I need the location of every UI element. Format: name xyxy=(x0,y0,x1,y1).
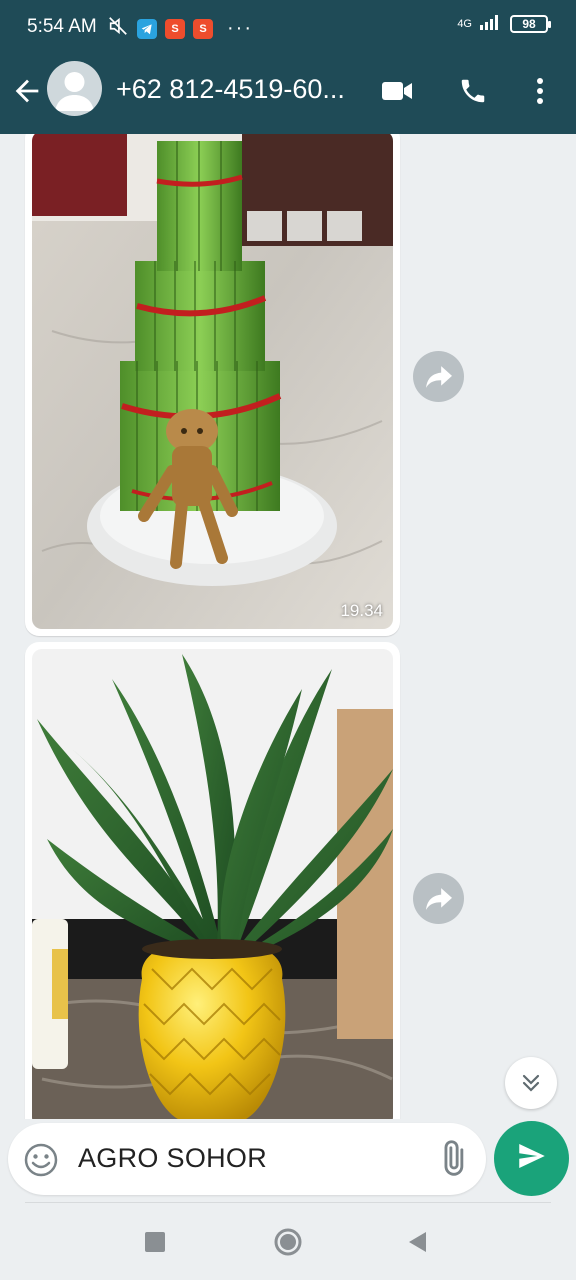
plant-photo[interactable] xyxy=(32,649,393,1119)
status-notification-icons: S S ··· xyxy=(107,15,253,42)
more-vert-icon[interactable] xyxy=(520,71,560,111)
shopee-icon: S xyxy=(193,18,213,39)
shopee-icon: S xyxy=(165,18,185,39)
status-system-icons: 4G 98 xyxy=(457,14,551,33)
more-notifications-icon: ··· xyxy=(227,17,253,39)
forward-icon[interactable] xyxy=(413,351,464,402)
image-message[interactable]: 19.34 xyxy=(25,134,400,636)
send-icon xyxy=(515,1139,549,1178)
forward-icon[interactable] xyxy=(413,873,464,924)
back-arrow-icon[interactable] xyxy=(10,74,44,108)
avatar[interactable] xyxy=(47,61,102,116)
message-time: 19.34 xyxy=(340,601,383,620)
recent-apps-icon[interactable] xyxy=(138,1225,172,1259)
contact-name[interactable]: +62 812-4519-60... xyxy=(116,74,345,105)
message-composer: AGRO SOHOR xyxy=(8,1123,486,1195)
battery-icon: 98 xyxy=(510,14,551,33)
bamboo-photo[interactable]: 19.34 xyxy=(32,134,393,629)
network-type: 4G xyxy=(457,17,472,30)
message-input[interactable]: AGRO SOHOR xyxy=(78,1143,267,1174)
send-button[interactable] xyxy=(494,1121,569,1196)
chat-area[interactable]: 19.34 xyxy=(0,134,576,1119)
battery-level: 98 xyxy=(522,16,536,31)
status-bar: 5:54 AM S S ··· 4G 98 xyxy=(0,0,576,56)
attach-icon[interactable] xyxy=(433,1140,471,1178)
emoji-icon[interactable] xyxy=(23,1142,59,1178)
phone-icon[interactable] xyxy=(453,71,493,111)
signal-icon xyxy=(480,14,502,33)
telegram-icon xyxy=(137,18,157,39)
status-time: 5:54 AM xyxy=(27,16,97,37)
system-nav-bar xyxy=(0,1203,576,1280)
scroll-down-icon[interactable] xyxy=(505,1057,557,1109)
video-call-icon[interactable] xyxy=(377,71,417,111)
mute-icon xyxy=(107,15,129,42)
image-message[interactable] xyxy=(25,642,400,1119)
home-icon[interactable] xyxy=(271,1225,305,1259)
chat-header: +62 812-4519-60... xyxy=(0,56,576,134)
back-icon[interactable] xyxy=(400,1225,434,1259)
